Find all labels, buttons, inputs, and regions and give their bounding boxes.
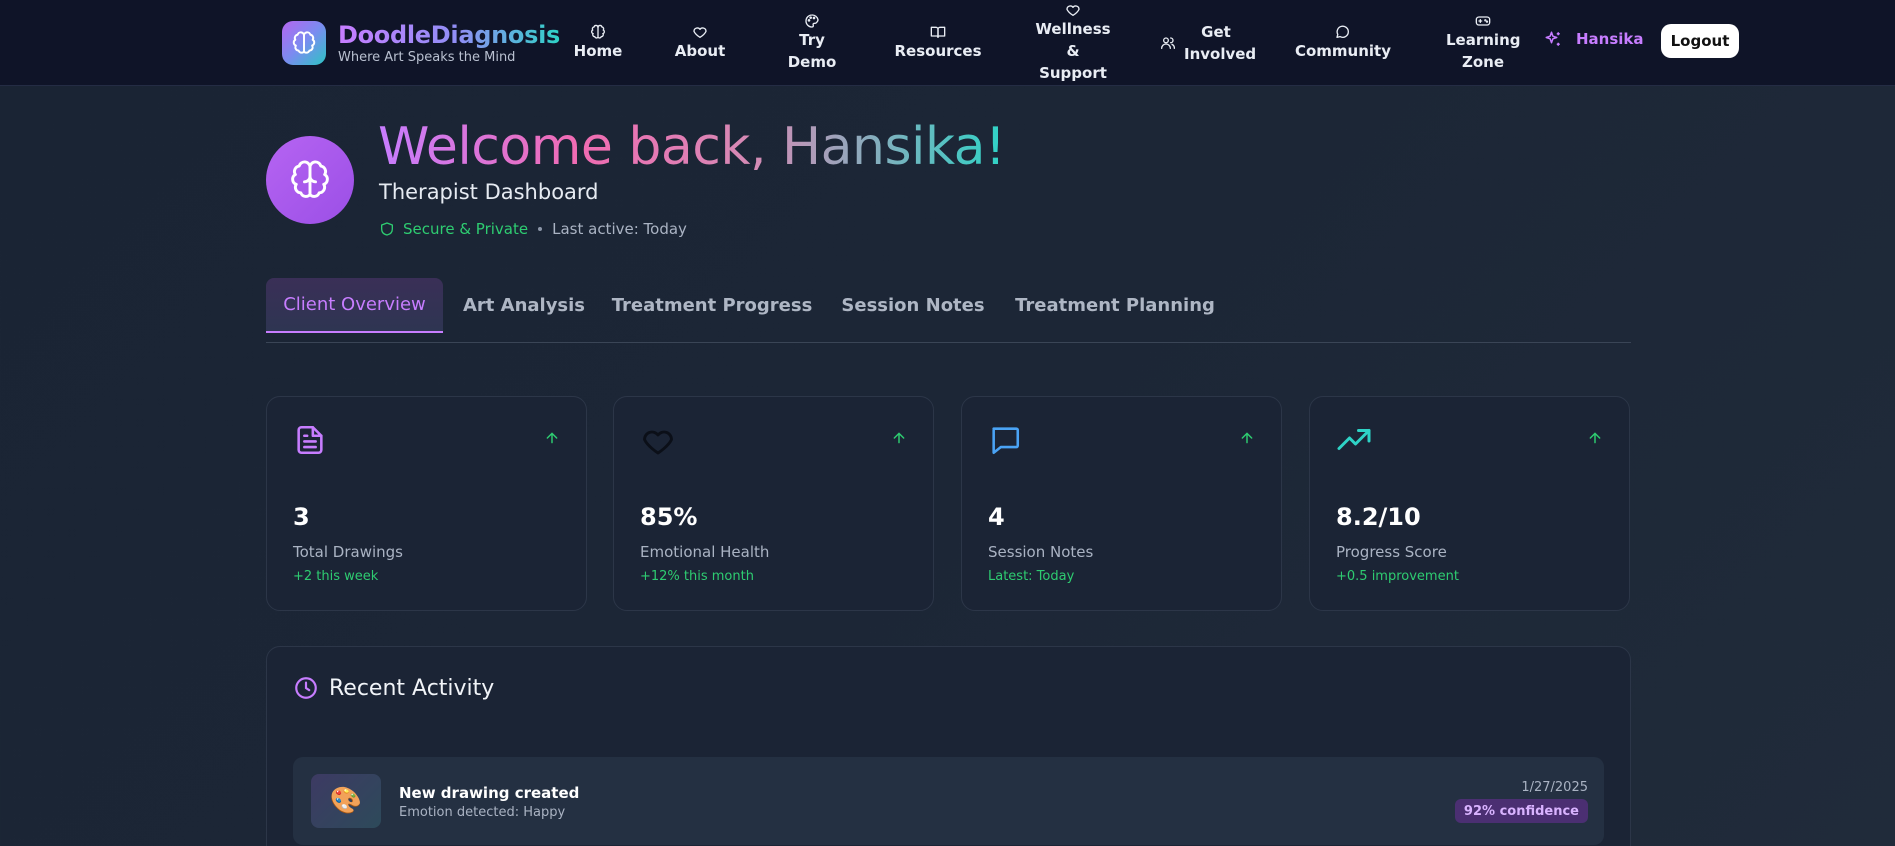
tab-client-overview[interactable]: Client Overview — [266, 278, 443, 333]
palette-emoji-icon: 🎨 — [311, 774, 381, 828]
stat-label: Progress Score — [1336, 543, 1447, 561]
stat-value: 4 — [988, 503, 1005, 531]
top-navbar: DoodleDiagnosis Where Art Speaks the Min… — [0, 0, 1895, 86]
nav-community-label: Community — [1294, 42, 1392, 60]
message-icon — [992, 427, 1020, 455]
heart-icon — [1066, 5, 1080, 16]
stat-label: Total Drawings — [293, 543, 403, 561]
arrow-up-icon — [1589, 432, 1601, 444]
confidence-badge: 92% confidence — [1454, 799, 1588, 823]
last-active: Last active: Today — [552, 220, 687, 238]
secure-label: Secure & Private — [403, 220, 529, 238]
nav-get-involved[interactable]: Get Involved — [1161, 0, 1256, 86]
welcome-heading: Welcome back, Hansika! — [378, 114, 1006, 180]
avatar — [266, 136, 354, 224]
nav-community[interactable]: Community — [1294, 0, 1392, 86]
brain-icon — [591, 24, 605, 39]
message-icon — [1336, 25, 1350, 38]
brand-tagline: Where Art Speaks the Mind — [338, 50, 516, 65]
tab-session-notes[interactable]: Session Notes — [838, 278, 988, 333]
nav-about[interactable]: About — [672, 0, 728, 86]
brand-name: DoodleDiagnosis — [338, 21, 560, 49]
stat-delta: +0.5 improvement — [1336, 569, 1459, 584]
stat-delta: Latest: Today — [988, 569, 1075, 584]
nav-try-demo[interactable]: Try Demo — [780, 0, 844, 86]
activity-date: 1/27/2025 — [1521, 780, 1588, 795]
separator-dot — [538, 227, 543, 231]
nav-about-label: About — [674, 42, 726, 60]
brain-icon — [291, 160, 329, 198]
activity-item[interactable]: 🎨 New drawing created Emotion detected: … — [293, 757, 1604, 845]
nav-try-demo-label: Try Demo — [787, 31, 837, 71]
arrow-up-icon — [893, 432, 905, 444]
stat-value: 85% — [640, 503, 698, 531]
arrow-up-icon — [546, 432, 558, 444]
user-profile[interactable]: Hansika — [1544, 30, 1644, 48]
stat-value: 8.2/10 — [1336, 503, 1421, 531]
document-icon — [297, 425, 323, 455]
nav-resources-label: Resources — [894, 42, 982, 60]
dashboard-subtitle: Therapist Dashboard — [379, 180, 599, 204]
stat-value: 3 — [293, 503, 310, 531]
activity-subtitle: Emotion detected: Happy — [399, 805, 566, 820]
heart-icon — [643, 430, 673, 455]
status-row: Secure & Private Last active: Today — [379, 220, 687, 238]
gamepad-icon — [1475, 16, 1491, 26]
stat-label: Session Notes — [988, 543, 1094, 561]
brain-icon — [282, 20, 326, 65]
brand[interactable]: DoodleDiagnosis Where Art Speaks the Min… — [282, 20, 560, 65]
arrow-up-icon — [1241, 432, 1253, 444]
sparkles-icon — [1545, 31, 1560, 46]
secure-badge: Secure & Private — [379, 220, 528, 238]
clock-icon — [295, 677, 317, 699]
nav-learning-zone[interactable]: Learning Zone — [1446, 0, 1521, 86]
users-icon — [1161, 37, 1175, 49]
heart-icon — [693, 27, 707, 38]
stat-card-session-notes: 4 Session Notes Latest: Today — [961, 396, 1282, 611]
stat-label: Emotional Health — [640, 543, 770, 561]
tab-treatment-planning[interactable]: Treatment Planning — [1015, 278, 1215, 333]
nav-wellness-label: Wellness & Support — [1035, 20, 1111, 82]
tab-treatment-progress[interactable]: Treatment Progress — [612, 278, 813, 333]
shield-icon — [381, 222, 393, 236]
recent-activity-title: Recent Activity — [329, 675, 495, 701]
nav-learning-zone-label: Learning Zone — [1446, 31, 1521, 71]
user-name: Hansika — [1576, 30, 1644, 48]
palette-icon — [805, 14, 819, 28]
activity-title: New drawing created — [399, 784, 580, 802]
stat-delta: +2 this week — [293, 569, 379, 584]
nav-home[interactable]: Home — [566, 0, 630, 86]
tab-art-analysis[interactable]: Art Analysis — [462, 278, 586, 333]
dashboard-tabs: Client Overview Art Analysis Treatment P… — [266, 278, 1631, 343]
recent-activity-panel: Recent Activity 🎨 New drawing created Em… — [266, 646, 1631, 846]
stat-card-total-drawings: 3 Total Drawings +2 this week — [266, 396, 587, 611]
stat-card-emotional-health: 85% Emotional Health +12% this month — [613, 396, 934, 611]
stat-delta: +12% this month — [640, 569, 754, 584]
nav-resources[interactable]: Resources — [894, 0, 982, 86]
logout-button[interactable]: Logout — [1661, 24, 1739, 58]
book-icon — [930, 26, 946, 38]
nav-get-involved-label: Get Involved — [1184, 23, 1257, 63]
nav-wellness-support[interactable]: Wellness & Support — [1034, 0, 1112, 86]
stat-card-progress-score: 8.2/10 Progress Score +0.5 improvement — [1309, 396, 1630, 611]
nav-home-label: Home — [573, 42, 623, 60]
trending-up-icon — [1337, 429, 1371, 450]
